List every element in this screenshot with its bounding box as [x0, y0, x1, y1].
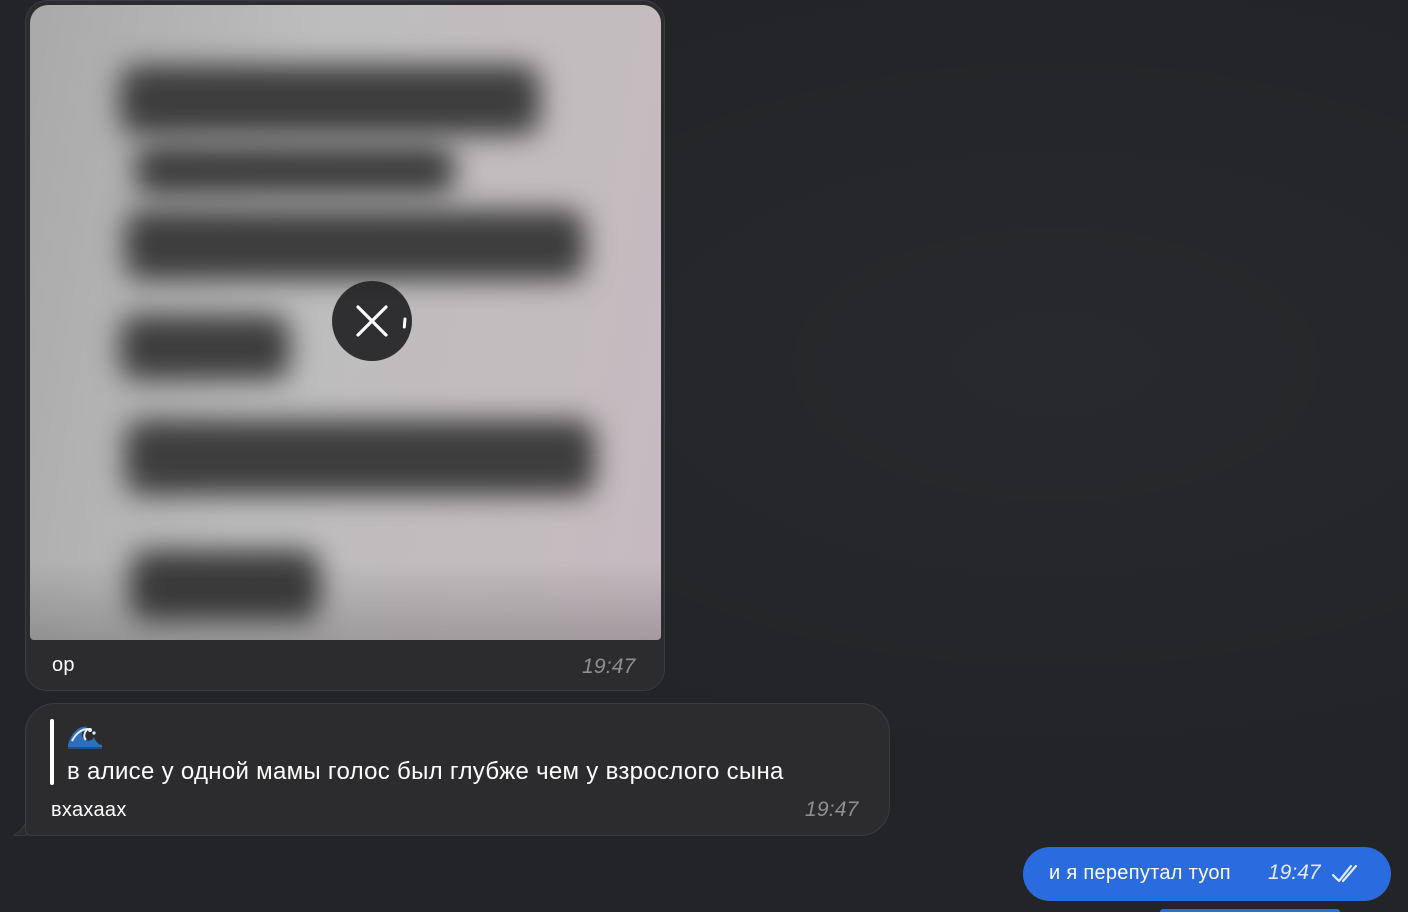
blur-shape — [125, 420, 595, 495]
water-wave-emoji — [68, 726, 102, 749]
blur-shape — [135, 145, 455, 195]
quote-message[interactable]: в алисе у одной мамы голос был глубже че… — [25, 703, 890, 836]
photo-shade — [30, 560, 661, 640]
outgoing-text: и я перепутал туоп — [1049, 862, 1231, 884]
chat-view: ор 19:47 в алисе у одной мамы голос был … — [0, 0, 1408, 912]
photo-message[interactable]: ор 19:47 — [25, 0, 665, 691]
double-check-icon — [1331, 864, 1358, 883]
cancel-download-icon — [356, 305, 407, 337]
message-time: 19:47 — [582, 655, 636, 678]
progress-arc — [402, 317, 407, 329]
quoted-text: в алисе у одной мамы голос был глубже че… — [67, 758, 784, 785]
outgoing-message[interactable]: и я перепутал туоп 19:47 — [1023, 847, 1391, 901]
blur-shape — [125, 210, 585, 280]
message-time: 19:47 — [805, 798, 859, 821]
message-time: 19:47 — [1268, 861, 1321, 884]
blur-shape — [120, 315, 290, 380]
photo-caption-row: ор 19:47 — [26, 641, 664, 690]
quote-bar — [50, 719, 54, 785]
cancel-download-button[interactable] — [332, 281, 412, 361]
photo-caption: ор — [52, 654, 75, 676]
blur-shape — [120, 65, 540, 135]
quote-caption: вхахаах — [51, 799, 127, 821]
